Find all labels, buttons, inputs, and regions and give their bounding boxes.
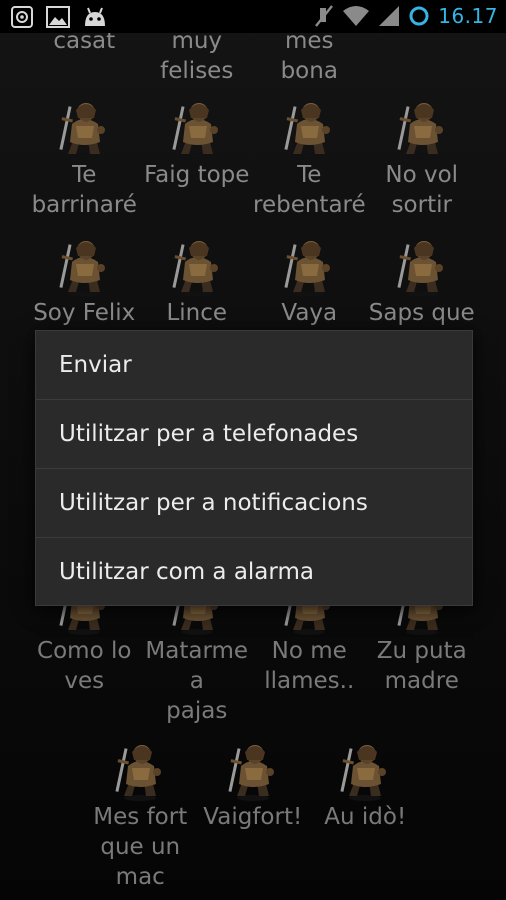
- menu-item-alarm[interactable]: Utilitzar com a alarma: [36, 538, 472, 606]
- context-menu: Enviar Utilitzar per a telefonades Utili…: [35, 330, 473, 606]
- menu-item-send[interactable]: Enviar: [36, 331, 472, 400]
- warrior-icon: [115, 745, 162, 801]
- sound-item[interactable]: muy felises: [141, 26, 254, 86]
- sound-label: Vaigfort!: [203, 804, 303, 830]
- sound-item[interactable]: Mes fort que un mac: [84, 738, 197, 892]
- mute-icon: [315, 5, 334, 27]
- status-bar: 16.17: [0, 0, 506, 33]
- sound-label: Zu puta madre: [376, 638, 467, 694]
- warrior-icon: [59, 241, 106, 297]
- sound-item[interactable]: Faig tope: [141, 96, 254, 220]
- sound-label: No me llames..: [264, 638, 355, 694]
- sound-row: casat muy felises mes bona: [28, 26, 478, 86]
- sound-item[interactable]: Lince: [141, 234, 254, 328]
- warrior-icon: [284, 103, 331, 159]
- warrior-icon: [59, 103, 106, 159]
- sound-label: Au idò!: [324, 804, 407, 830]
- sound-item[interactable]: Vaigfort!: [197, 738, 310, 892]
- sound-item[interactable]: mes bona: [253, 26, 366, 86]
- sound-label: Faig tope: [144, 162, 250, 188]
- warrior-icon: [172, 241, 218, 297]
- sound-row: Soy Felix Lince Vaya Saps que: [28, 234, 478, 328]
- sound-item[interactable]: Te barrinaré: [28, 96, 141, 220]
- sound-item[interactable]: casat: [28, 26, 141, 86]
- sound-label: Lince: [166, 300, 228, 326]
- sound-item[interactable]: Soy Felix: [28, 234, 141, 328]
- sound-item[interactable]: No vol sortir: [366, 96, 479, 220]
- sound-label: Te rebentaré: [253, 162, 366, 218]
- warrior-icon: [340, 745, 387, 801]
- sound-row: Mes fort que un mac Vaigfort! Au idò!: [84, 738, 422, 892]
- sound-item[interactable]: Au idò!: [309, 738, 422, 892]
- sound-label: Vaya: [281, 300, 338, 326]
- warrior-icon: [284, 241, 331, 297]
- android-icon: [85, 7, 105, 26]
- sound-label: No vol sortir: [385, 162, 459, 218]
- sync-icon: [409, 6, 429, 26]
- warrior-icon: [228, 745, 274, 801]
- sound-item[interactable]: Te rebentaré: [253, 96, 366, 220]
- warrior-icon: [397, 103, 443, 159]
- sound-label: muy felises: [160, 28, 234, 84]
- sound-label: Saps que: [368, 300, 475, 326]
- notification-icons: [10, 5, 108, 29]
- sound-label: Soy Felix: [33, 300, 136, 326]
- menu-item-ringtone[interactable]: Utilitzar per a telefonades: [36, 400, 472, 469]
- sound-label: Te barrinaré: [31, 162, 137, 218]
- sound-label: Mes fort que un mac: [93, 804, 188, 890]
- clock: 16.17: [438, 4, 498, 28]
- signal-icon: [379, 6, 400, 26]
- warrior-icon: [172, 103, 218, 159]
- menu-item-notification[interactable]: Utilitzar per a notificacions: [36, 469, 472, 538]
- sound-label: mes bona: [280, 28, 338, 84]
- wifi-icon: [343, 6, 370, 26]
- sound-item[interactable]: Saps que: [366, 234, 479, 328]
- warrior-icon: [397, 241, 443, 297]
- sound-label: Matarme a pajas: [145, 638, 249, 724]
- sound-row: Te barrinaré Faig tope Te rebentaré No v…: [28, 96, 478, 220]
- sound-item[interactable]: Vaya: [253, 234, 366, 328]
- image-icon: [46, 6, 70, 28]
- system-icons: 16.17: [314, 4, 498, 28]
- sound-label: Como lo ves: [37, 638, 132, 694]
- settings-icon: [11, 6, 33, 28]
